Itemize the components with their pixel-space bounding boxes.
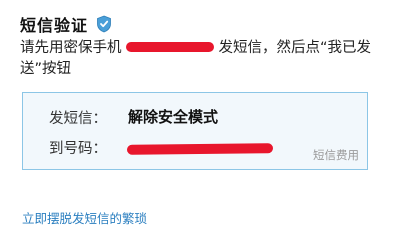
sms-fee-note: 短信费用 xyxy=(313,148,359,162)
skip-sms-link[interactable]: 立即摆脱发短信的繁琐 xyxy=(22,208,147,227)
instruction-text: 请先用密保手机 发短信，然后点“我已发送”按钮 xyxy=(20,38,380,80)
instruction-before: 请先用密保手机 xyxy=(20,40,122,56)
page-title: 短信验证 xyxy=(20,16,89,35)
to-number-label: 到号码： xyxy=(49,141,107,157)
sms-content: 解除安全模式 xyxy=(128,108,219,126)
sms-info-box: 发短信： 解除安全模式 到号码： 短信费用 xyxy=(22,92,368,170)
send-sms-label: 发短信： xyxy=(49,111,107,127)
shield-check-icon xyxy=(96,15,112,33)
header: 短信验证 xyxy=(20,12,112,36)
redacted-phone-number xyxy=(125,42,214,52)
redacted-target-number xyxy=(126,143,274,155)
